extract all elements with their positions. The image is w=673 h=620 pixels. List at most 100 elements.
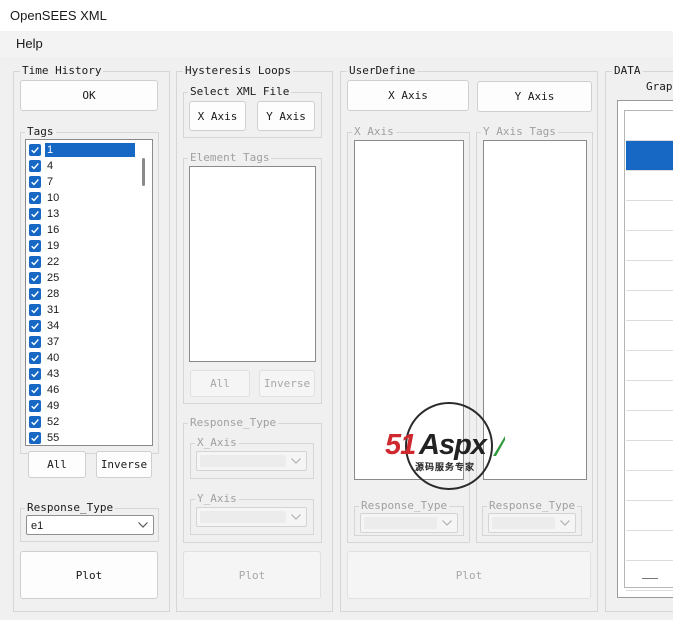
menu-bar: Help [0, 31, 673, 57]
checkbox-checked-icon[interactable] [29, 352, 41, 364]
window-title: OpenSEES XML [0, 0, 673, 31]
chevron-down-icon [291, 514, 301, 520]
hyst-all-button[interactable]: All [190, 370, 250, 397]
data-grid-row [626, 471, 673, 501]
hyst-x-axis-button[interactable]: X Axis [189, 101, 246, 131]
hyst-x-axis-select[interactable] [196, 451, 307, 471]
checkbox-checked-icon[interactable] [29, 304, 41, 316]
checkbox-checked-icon[interactable] [29, 256, 41, 268]
tag-item[interactable]: 16 [29, 222, 135, 238]
checkbox-checked-icon[interactable] [29, 144, 41, 156]
data-grid-row [626, 201, 673, 231]
checkbox-checked-icon[interactable] [29, 416, 41, 428]
checkbox-checked-icon[interactable] [29, 432, 41, 444]
data-grid[interactable] [617, 100, 673, 598]
chevron-down-icon [138, 522, 148, 528]
data-grid-row [626, 441, 673, 471]
tag-item[interactable]: 49 [29, 398, 135, 414]
tag-label: 7 [47, 176, 54, 188]
tag-label: 22 [47, 256, 60, 268]
data-grid-row [626, 351, 673, 381]
checkbox-checked-icon[interactable] [29, 224, 41, 236]
chevron-down-icon [560, 520, 570, 526]
tag-item[interactable]: 37 [29, 334, 135, 350]
checkbox-checked-icon[interactable] [29, 320, 41, 332]
checkbox-checked-icon[interactable] [29, 160, 41, 172]
watermark-x-accent-icon [493, 436, 505, 456]
tag-item[interactable]: 4 [29, 158, 135, 174]
th-plot-button[interactable]: Plot [20, 551, 158, 599]
data-grid-row [626, 171, 673, 201]
data-grid-scroll-handle[interactable] [642, 578, 658, 579]
checkbox-checked-icon[interactable] [29, 192, 41, 204]
tag-label: 43 [47, 368, 60, 380]
tag-item[interactable]: 28 [29, 286, 135, 302]
tag-item[interactable]: 40 [29, 350, 135, 366]
hyst-plot-button[interactable]: Plot [183, 551, 321, 599]
checkbox-checked-icon[interactable] [29, 176, 41, 188]
tags-inverse-button[interactable]: Inverse [96, 451, 152, 478]
checkbox-checked-icon[interactable] [29, 272, 41, 284]
data-grid-row [626, 261, 673, 291]
checkbox-checked-icon[interactable] [29, 400, 41, 412]
checkbox-checked-icon[interactable] [29, 208, 41, 220]
tag-label: 16 [47, 224, 60, 236]
tag-label: 31 [47, 304, 60, 316]
tags-list[interactable]: 1 4 7 10 13 16 19 22 25 28 31 34 37 40 43 46 49 52 55 [25, 139, 153, 446]
ud-y-axis-button[interactable]: Y Axis [477, 81, 592, 112]
data-grid-row [626, 321, 673, 351]
tag-label: 46 [47, 384, 60, 396]
tag-item[interactable]: 13 [29, 206, 135, 222]
ud-response-type-right-title: Response_Type [487, 499, 578, 513]
checkbox-checked-icon[interactable] [29, 336, 41, 348]
tag-item[interactable]: 52 [29, 414, 135, 430]
hyst-y-axis-title: Y_Axis [195, 492, 239, 506]
tags-all-button[interactable]: All [28, 451, 86, 478]
checkbox-checked-icon[interactable] [29, 368, 41, 380]
tag-label: 4 [47, 160, 54, 172]
tag-item[interactable]: 46 [29, 382, 135, 398]
tags-scrollbar-thumb[interactable] [142, 158, 145, 186]
ud-response-type-right-select[interactable] [488, 513, 576, 533]
data-grid-row [626, 531, 673, 561]
tag-item[interactable]: 55 [29, 430, 135, 446]
watermark-subtitle: 源码服务专家 [415, 463, 476, 473]
tag-item[interactable]: 10 [29, 190, 135, 206]
data-grid-inner [624, 110, 673, 591]
tag-label: 28 [47, 288, 60, 300]
tag-label: 55 [47, 432, 60, 444]
checkbox-checked-icon[interactable] [29, 240, 41, 252]
ud-plot-button[interactable]: Plot [347, 551, 591, 599]
menu-help[interactable]: Help [16, 36, 43, 51]
tag-item[interactable]: 31 [29, 302, 135, 318]
user-define-title: UserDefine [347, 64, 418, 78]
tag-label: 19 [47, 240, 60, 252]
tag-label: 25 [47, 272, 60, 284]
ud-response-type-left-select[interactable] [360, 513, 458, 533]
hyst-y-axis-button[interactable]: Y Axis [257, 101, 315, 131]
data-grid-row [626, 111, 673, 141]
tag-label: 52 [47, 416, 60, 428]
th-response-type-select[interactable]: e1 [26, 515, 154, 535]
tag-item[interactable]: 19 [29, 238, 135, 254]
element-tags-list[interactable] [189, 166, 316, 362]
tag-item[interactable]: 34 [29, 318, 135, 334]
checkbox-checked-icon[interactable] [29, 384, 41, 396]
tag-item[interactable]: 7 [29, 174, 135, 190]
tag-item[interactable]: 22 [29, 254, 135, 270]
hyst-inverse-button[interactable]: Inverse [259, 370, 315, 397]
tags-title: Tags [25, 125, 56, 139]
data-grid-row [626, 141, 673, 171]
hyst-y-axis-select[interactable] [196, 507, 307, 527]
ud-x-axis-button[interactable]: X Axis [347, 80, 469, 111]
tag-item[interactable]: 1 [29, 142, 135, 158]
tag-item[interactable]: 43 [29, 366, 135, 382]
data-grid-row [626, 231, 673, 261]
ok-button[interactable]: OK [20, 80, 158, 111]
select-xml-title: Select XML File [188, 85, 292, 99]
hyst-response-type-title: Response_Type [188, 416, 279, 430]
tag-item[interactable]: 25 [29, 270, 135, 286]
checkbox-checked-icon[interactable] [29, 288, 41, 300]
tag-label: 34 [47, 320, 60, 332]
data-grid-row [626, 501, 673, 531]
